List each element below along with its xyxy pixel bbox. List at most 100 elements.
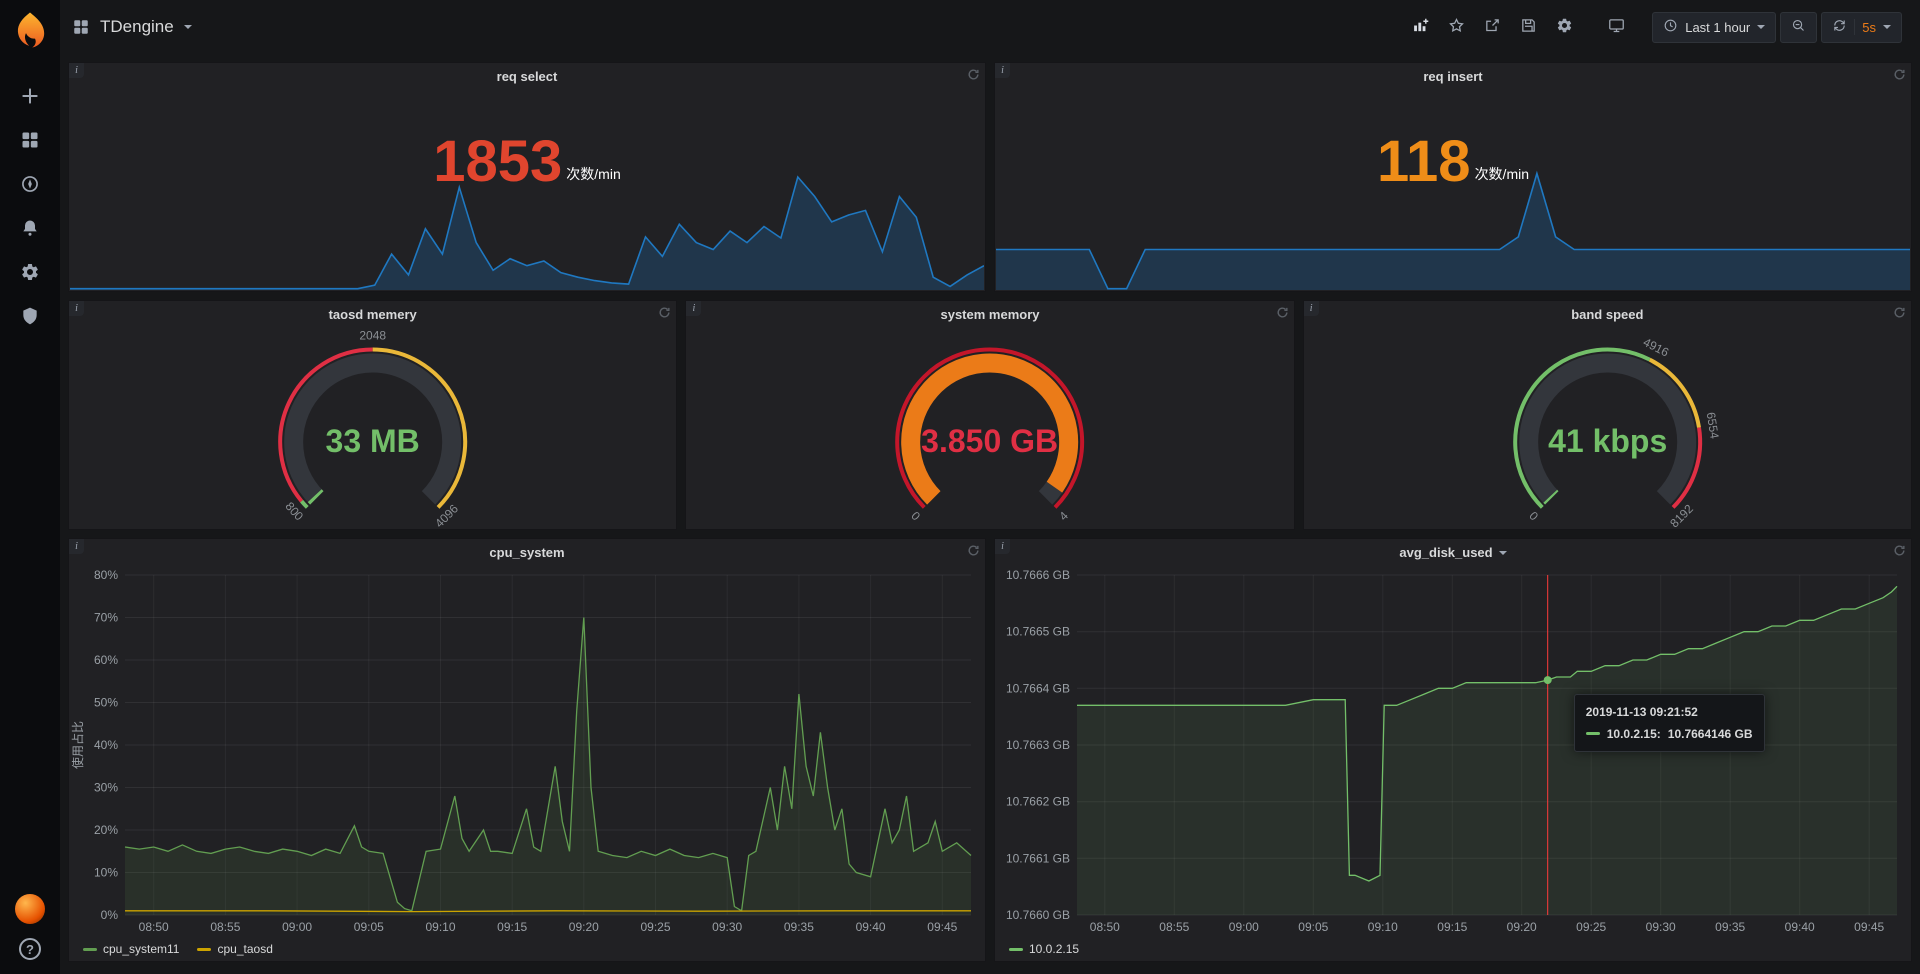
panel-body: 043.850 GB (686, 327, 1293, 529)
graph-legend: cpu_system11 cpu_taosd (69, 937, 985, 961)
legend-item-cpu-system11[interactable]: cpu_system11 (83, 942, 179, 956)
panel-info-icon[interactable]: i (69, 63, 84, 78)
panel-info-icon[interactable]: i (995, 63, 1010, 78)
time-range-picker[interactable]: Last 1 hour (1652, 12, 1776, 43)
svg-text:09:45: 09:45 (927, 920, 957, 934)
panel-taosd-memory: i taosd memery 0802048409633 MB (68, 300, 677, 530)
svg-text:4: 4 (1057, 508, 1072, 523)
dashboard-title-button[interactable]: TDengine (72, 17, 192, 37)
series-color-dash (1009, 948, 1023, 951)
svg-text:09:10: 09:10 (425, 920, 455, 934)
svg-text:20%: 20% (94, 823, 118, 837)
panel-title[interactable]: system memory (686, 301, 1293, 327)
svg-text:09:25: 09:25 (1576, 920, 1606, 934)
panel-body: 0802048409633 MB (69, 327, 676, 529)
req-insert-value: 118 (1377, 133, 1471, 191)
refresh-icon (1832, 18, 1847, 36)
panel-title[interactable]: req select (69, 63, 985, 89)
svg-text:09:10: 09:10 (1368, 920, 1398, 934)
svg-text:08:50: 08:50 (139, 920, 169, 934)
dashboard-settings-button[interactable] (1548, 11, 1580, 43)
grafana-app: ? TDengine (0, 0, 1920, 974)
sidebar-item-configuration[interactable] (0, 252, 60, 296)
panel-body: 0%10%20%30%40%50%60%70%80%08:5008:5509:0… (69, 565, 985, 961)
panel-title-text: system memory (940, 307, 1039, 322)
zoom-out-button[interactable] (1780, 12, 1817, 43)
panel-title[interactable]: avg_disk_used (995, 539, 1911, 565)
svg-text:10%: 10% (94, 866, 118, 880)
graph-area: 0%10%20%30%40%50%60%70%80%08:5008:5509:0… (69, 565, 985, 937)
svg-text:09:15: 09:15 (497, 920, 527, 934)
compass-icon (20, 174, 40, 199)
svg-text:10.7661 GB: 10.7661 GB (1006, 851, 1070, 865)
panel-system-memory: i system memory 043.850 GB (685, 300, 1294, 530)
sidebar-item-explore[interactable] (0, 164, 60, 208)
panel-req-insert: i req insert 118 次数/min (994, 62, 1912, 292)
series-color-dash (1586, 732, 1600, 735)
shield-icon (20, 306, 40, 331)
sidebar-item-create[interactable] (0, 76, 60, 120)
svg-text:09:30: 09:30 (712, 920, 742, 934)
svg-text:09:40: 09:40 (856, 920, 886, 934)
panel-body: 049166554819241 kbps (1304, 327, 1911, 529)
panel-info-icon[interactable]: i (1304, 301, 1319, 316)
dashboard-row-1: i req select 1853 次数/min i req insert (68, 62, 1912, 292)
star-button[interactable] (1440, 11, 1472, 43)
panel-title[interactable]: req insert (995, 63, 1911, 89)
share-icon (1484, 17, 1501, 37)
svg-text:41 kbps: 41 kbps (1548, 423, 1667, 459)
svg-text:4096: 4096 (432, 501, 461, 529)
series-name: 10.0.2.15 (1029, 942, 1079, 956)
info-glyph: i (1001, 541, 1004, 552)
info-glyph: i (75, 65, 78, 76)
tooltip-series-row: 10.0.2.15: 10.7664146 GB (1586, 725, 1753, 744)
panel-title[interactable]: taosd memery (69, 301, 676, 327)
svg-text:60%: 60% (94, 653, 118, 667)
svg-text:使用占比: 使用占比 (70, 721, 85, 769)
svg-text:09:00: 09:00 (282, 920, 312, 934)
sidebar-item-alerting[interactable] (0, 208, 60, 252)
caret-down-icon (184, 25, 192, 33)
cpu-system-graph[interactable]: 0%10%20%30%40%50%60%70%80%08:5008:5509:0… (69, 565, 985, 937)
panel-title[interactable]: cpu_system (69, 539, 985, 565)
panel-title[interactable]: band speed (1304, 301, 1911, 327)
sidebar-item-dashboards[interactable] (0, 120, 60, 164)
band-speed-gauge: 049166554819241 kbps (1304, 327, 1911, 529)
svg-text:0: 0 (909, 509, 924, 524)
panel-body: 118 次数/min (995, 89, 1911, 291)
panel-info-icon[interactable]: i (69, 301, 84, 316)
sidebar-bottom: ? (15, 894, 45, 960)
legend-item-10-0-2-15[interactable]: 10.0.2.15 (1009, 942, 1079, 956)
svg-text:09:40: 09:40 (1785, 920, 1815, 934)
svg-text:10.7666 GB: 10.7666 GB (1006, 568, 1070, 582)
info-glyph: i (1001, 65, 1004, 76)
navbar: TDengine (60, 0, 1920, 54)
gear-icon (1556, 17, 1573, 37)
save-button[interactable] (1512, 11, 1544, 43)
svg-text:6554: 6554 (1703, 411, 1721, 440)
sidebar-item-server-admin[interactable] (0, 296, 60, 340)
svg-text:08:50: 08:50 (1090, 920, 1120, 934)
avg-disk-used-graph[interactable]: 10.7660 GB10.7661 GB10.7662 GB10.7663 GB… (995, 565, 1911, 937)
refresh-button[interactable]: 5s (1821, 12, 1902, 43)
svg-text:33 MB: 33 MB (326, 423, 420, 459)
taosd-memory-gauge: 0802048409633 MB (69, 327, 676, 529)
grafana-logo[interactable] (10, 10, 50, 50)
svg-text:09:15: 09:15 (1437, 920, 1467, 934)
panel-info-icon[interactable]: i (686, 301, 701, 316)
panel-info-icon[interactable]: i (995, 539, 1010, 554)
share-button[interactable] (1476, 11, 1508, 43)
legend-item-cpu-taosd[interactable]: cpu_taosd (197, 942, 272, 956)
help-icon: ? (26, 942, 34, 957)
svg-text:10.7665 GB: 10.7665 GB (1006, 625, 1070, 639)
cycle-view-button[interactable] (1600, 11, 1632, 43)
help-button[interactable]: ? (19, 938, 41, 960)
series-name: cpu_system11 (103, 942, 179, 956)
info-glyph: i (75, 541, 78, 552)
panel-info-icon[interactable]: i (69, 539, 84, 554)
gear-icon (20, 262, 40, 287)
user-avatar[interactable] (15, 894, 45, 924)
svg-text:09:00: 09:00 (1229, 920, 1259, 934)
panel-title-text: avg_disk_used (1399, 545, 1492, 560)
add-panel-button[interactable] (1404, 11, 1436, 43)
